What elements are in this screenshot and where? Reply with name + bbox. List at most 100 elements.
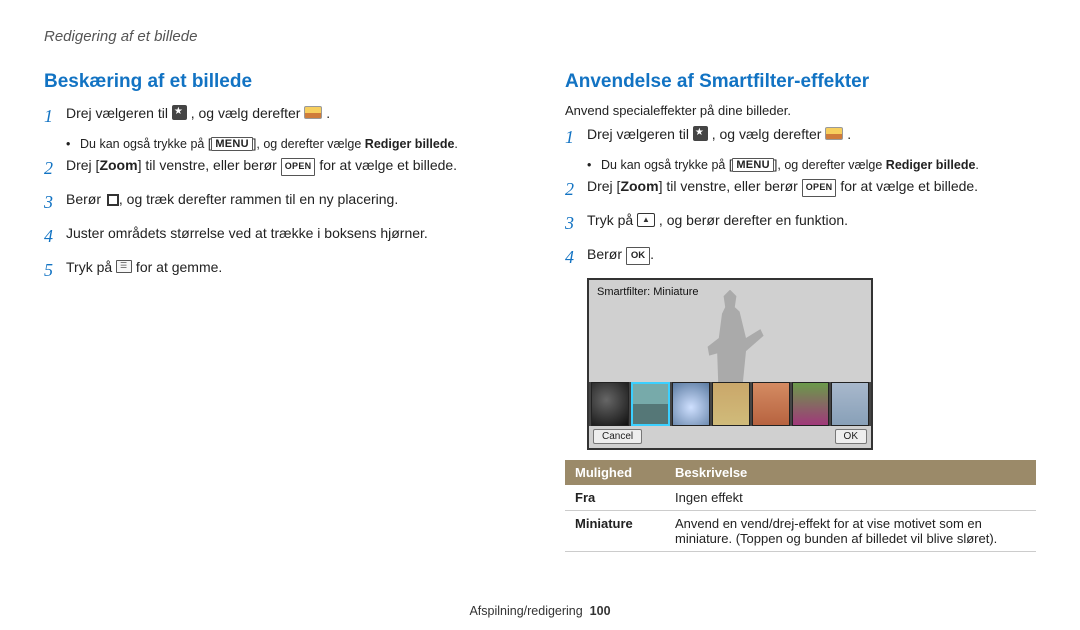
right-step-1: 1 Drej vælgeren til , og vælg derefter . (565, 124, 1036, 152)
crop-icon (105, 192, 119, 206)
table-row: Miniature Anvend en vend/drej-effekt for… (565, 510, 1036, 551)
open-icon: OPEN (802, 179, 837, 197)
text: ] til venstre, eller berør (659, 178, 802, 194)
text: Tryk på (587, 212, 637, 228)
text: . (326, 105, 330, 121)
step-number: 1 (565, 124, 587, 152)
step-number: 4 (565, 244, 587, 272)
text: , og træk derefter rammen til en ny plac… (119, 191, 398, 207)
option-name: Fra (565, 485, 665, 511)
left-column: Beskæring af et billede 1 Drej vælgeren … (44, 71, 515, 552)
bold-text: Zoom (620, 178, 658, 194)
step-body: Drej vælgeren til , og vælg derefter . (66, 103, 515, 125)
text: for at vælge et billede. (836, 178, 978, 194)
right-column: Anvendelse af Smartfilter-effekter Anven… (565, 71, 1036, 552)
text: . (847, 126, 851, 142)
text: Drej [ (587, 178, 620, 194)
ok-button[interactable]: OK (835, 429, 867, 444)
text: . (650, 246, 654, 262)
page-number: 100 (590, 604, 611, 618)
right-step-3: 3 Tryk på , og berør derefter en funktio… (565, 210, 1036, 238)
right-step-4: 4 Berør OK. (565, 244, 1036, 272)
right-step-2: 2 Drej [Zoom] til venstre, eller berør O… (565, 176, 1036, 204)
table-header-option: Mulighed (565, 460, 665, 485)
star-icon (693, 126, 708, 141)
filter-thumb-selected[interactable] (631, 382, 671, 426)
text: Du kan også trykke på [ (80, 137, 211, 151)
menu-icon: MENU (732, 158, 774, 172)
left-step-4: 4 Juster områdets størrelse ved at trækk… (44, 223, 515, 251)
step-body: Tryk på , og berør derefter en funktion. (587, 210, 1036, 232)
text: Drej vælgeren til (587, 126, 693, 142)
picture-icon (304, 106, 322, 119)
preview-bottom-bar: Cancel OK (589, 426, 871, 448)
bold-text: Rediger billede (365, 137, 455, 151)
step-number: 3 (44, 189, 66, 217)
left-step-1-bullet: Du kan også trykke på [MENU], og derefte… (66, 137, 515, 151)
cancel-button[interactable]: Cancel (593, 429, 642, 444)
text: ], og derefter vælge (253, 137, 365, 151)
effect-icon (637, 213, 655, 227)
option-desc: Ingen effekt (665, 485, 1036, 511)
filter-thumb[interactable] (672, 382, 710, 426)
step-body: Berør , og træk derefter rammen til en n… (66, 189, 515, 211)
filter-label: Smartfilter: Miniature (597, 286, 698, 298)
left-step-1: 1 Drej vælgeren til , og vælg derefter . (44, 103, 515, 131)
save-icon (116, 260, 132, 273)
filter-thumb[interactable] (712, 382, 750, 426)
open-icon: OPEN (281, 158, 316, 176)
menu-icon: MENU (211, 137, 253, 151)
left-section-title: Beskæring af et billede (44, 71, 515, 93)
left-step-5: 5 Tryk på for at gemme. (44, 257, 515, 285)
filter-thumb[interactable] (792, 382, 830, 426)
text: ], og derefter vælge (774, 158, 886, 172)
right-section-title: Anvendelse af Smartfilter-effekter (565, 71, 1036, 93)
step-body: Tryk på for at gemme. (66, 257, 515, 279)
left-step-2: 2 Drej [Zoom] til venstre, eller berør O… (44, 155, 515, 183)
right-step-1-bullet: Du kan også trykke på [MENU], og derefte… (587, 158, 1036, 172)
bold-text: Zoom (99, 157, 137, 173)
bold-text: Rediger billede (886, 158, 976, 172)
columns: Beskæring af et billede 1 Drej vælgeren … (44, 71, 1036, 552)
text: for at vælge et billede. (315, 157, 457, 173)
option-desc: Anvend en vend/drej-effekt for at vise m… (665, 510, 1036, 551)
step-body: Drej [Zoom] til venstre, eller berør OPE… (587, 176, 1036, 198)
text: , og vælg derefter (191, 105, 305, 121)
text: Drej vælgeren til (66, 105, 172, 121)
left-step-3: 3 Berør , og træk derefter rammen til en… (44, 189, 515, 217)
text: for at gemme. (132, 259, 222, 275)
text: Berør (66, 191, 105, 207)
filter-thumb[interactable] (591, 382, 629, 426)
ok-icon: OK (626, 247, 650, 266)
table-header-description: Beskrivelse (665, 460, 1036, 485)
filter-thumb[interactable] (752, 382, 790, 426)
page-header: Redigering af et billede (44, 28, 1036, 45)
text: . (454, 137, 457, 151)
step-number: 5 (44, 257, 66, 285)
text: Drej [ (66, 157, 99, 173)
step-body: Drej vælgeren til , og vælg derefter . (587, 124, 1036, 146)
text: . (975, 158, 978, 172)
options-table: Mulighed Beskrivelse Fra Ingen effekt Mi… (565, 460, 1036, 552)
camera-preview: Smartfilter: Miniature Cancel OK (587, 278, 873, 450)
text: , og berør derefter en funktion. (655, 212, 848, 228)
text: Tryk på (66, 259, 116, 275)
filter-thumb[interactable] (831, 382, 869, 426)
step-number: 2 (44, 155, 66, 183)
step-body: Juster områdets størrelse ved at trække … (66, 223, 515, 245)
text: , og vælg derefter (712, 126, 826, 142)
step-number: 4 (44, 223, 66, 251)
step-number: 3 (565, 210, 587, 238)
page-footer: Afspilning/redigering 100 (0, 604, 1080, 618)
step-number: 2 (565, 176, 587, 204)
option-name: Miniature (565, 510, 665, 551)
step-body: Berør OK. (587, 244, 1036, 266)
text: Du kan også trykke på [ (601, 158, 732, 172)
table-row: Fra Ingen effekt (565, 485, 1036, 511)
text: ] til venstre, eller berør (138, 157, 281, 173)
footer-section: Afspilning/redigering (469, 604, 582, 618)
step-number: 1 (44, 103, 66, 131)
text: Berør (587, 246, 626, 262)
right-intro: Anvend specialeffekter på dine billeder. (565, 103, 1036, 118)
picture-icon (825, 127, 843, 140)
